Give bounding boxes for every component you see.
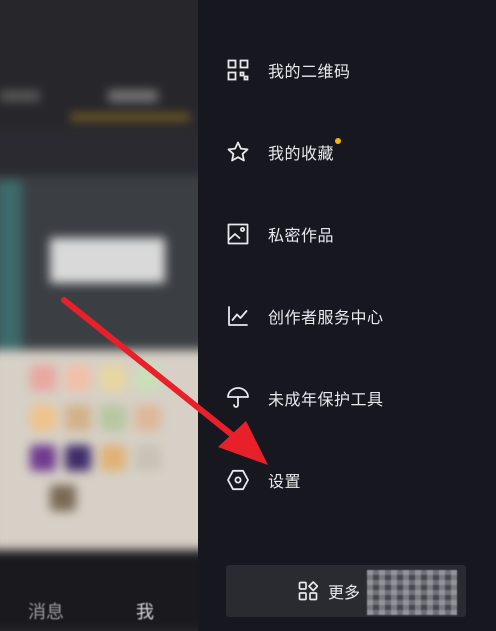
menu-item-creator-center[interactable]: 创作者服务中心 <box>226 296 384 336</box>
image-icon <box>226 222 250 246</box>
pixelated-watermark <box>367 570 457 615</box>
bottom-nav: 消息 我 <box>0 588 198 631</box>
screen: 消息 我 我的二维码 我的收藏 私密作品 创作者服务中心 未成年保护工具 设置 … <box>0 0 496 631</box>
menu-item-label: 私密作品 <box>268 228 335 245</box>
nav-me[interactable]: 我 <box>136 598 154 624</box>
favorites-label-text: 我的收藏 <box>268 146 335 163</box>
grid-icon <box>298 581 318 601</box>
new-badge-dot <box>335 138 342 144</box>
menu-item-label: 创作者服务中心 <box>268 310 384 327</box>
umbrella-icon <box>226 386 250 410</box>
side-drawer: 我的二维码 我的收藏 私密作品 创作者服务中心 未成年保护工具 设置 更多 <box>198 0 496 631</box>
nav-messages[interactable]: 消息 <box>28 598 64 624</box>
menu-item-label: 未成年保护工具 <box>268 392 384 409</box>
menu-item-label: 我的收藏 <box>268 138 342 164</box>
menu-item-minor-protection[interactable]: 未成年保护工具 <box>226 378 384 418</box>
star-icon <box>226 140 250 164</box>
menu-item-private-works[interactable]: 私密作品 <box>226 214 334 254</box>
menu-item-settings[interactable]: 设置 <box>226 460 301 500</box>
menu-item-qr-code[interactable]: 我的二维码 <box>226 50 351 90</box>
line-chart-icon <box>226 304 250 328</box>
menu-item-favorites[interactable]: 我的收藏 <box>226 132 342 172</box>
menu-item-label: 我的二维码 <box>268 64 351 81</box>
blurred-profile-background[interactable] <box>0 0 198 631</box>
menu-item-label: 设置 <box>268 474 302 491</box>
qr-code-icon <box>226 58 250 82</box>
more-button-label: 更多 <box>328 585 361 602</box>
hexagon-settings-icon <box>226 468 250 492</box>
